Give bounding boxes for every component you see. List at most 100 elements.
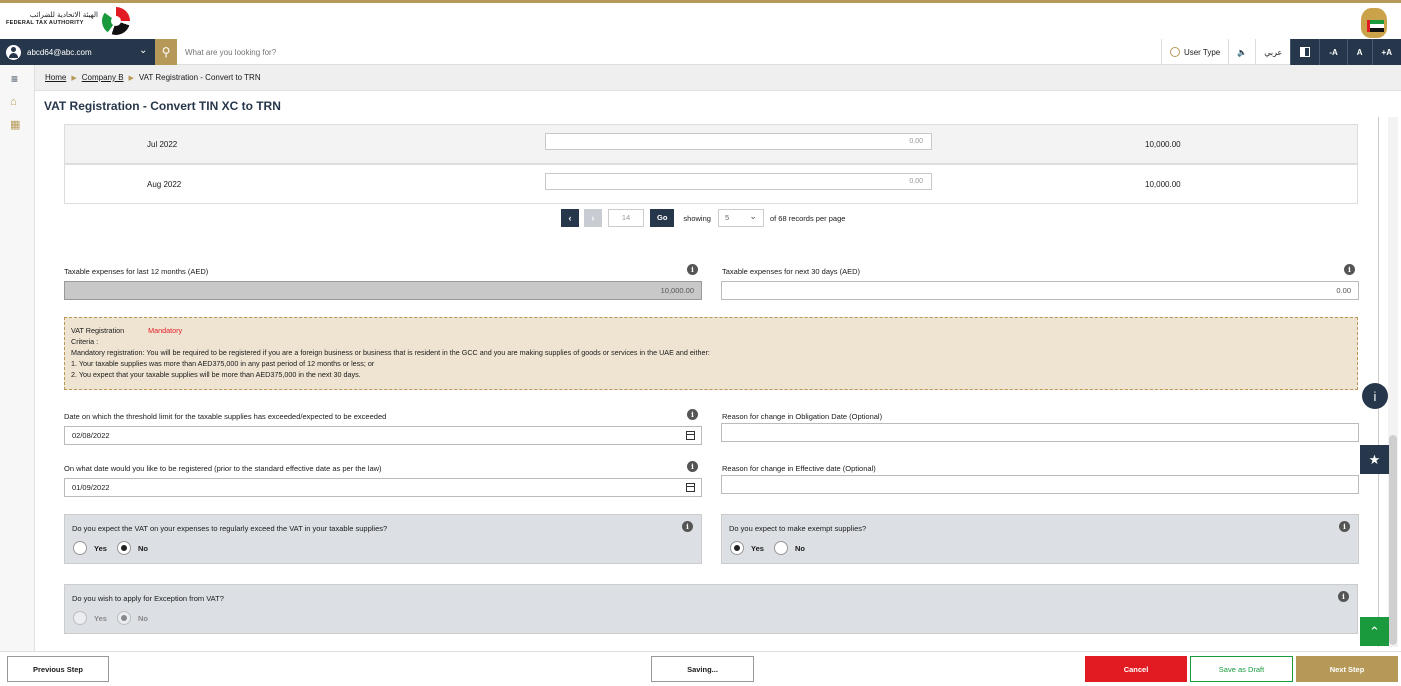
fta-logo-text[interactable]: الهيئة الاتحادية للضرائب FEDERAL TAX AUT… (6, 11, 98, 27)
info-icon[interactable]: i (1344, 264, 1355, 275)
yes-radio[interactable] (73, 611, 87, 625)
radio-group: Yes No (73, 611, 158, 625)
yes-radio[interactable] (73, 541, 87, 555)
saving-button[interactable]: Saving... (651, 656, 754, 682)
calendar-icon[interactable] (686, 483, 695, 492)
info-icon[interactable]: i (687, 461, 698, 472)
user-type-button[interactable]: User Type (1160, 39, 1228, 65)
nav-tools: User Type 🔈 عربي -A A +A (1160, 39, 1401, 65)
go-button[interactable]: Go (650, 209, 675, 227)
radio-group: Yes No (730, 541, 815, 555)
no-label: No (137, 613, 148, 623)
criteria-line: 2. You expect that your taxable supplies… (71, 370, 361, 379)
question-text: Do you expect to make exempt supplies? (729, 524, 867, 533)
info-icon[interactable]: i (687, 409, 698, 420)
vat-exceed-question: Do you expect the VAT on your expenses t… (64, 514, 702, 564)
logo-english-name: FEDERAL TAX AUTHORITY (6, 20, 84, 26)
no-label: No (137, 543, 148, 553)
expenses-12-months-label: Taxable expenses for last 12 months (AED… (64, 267, 209, 276)
logo-bar: الهيئة الاتحادية للضرائب FEDERAL TAX AUT… (0, 3, 1401, 39)
row-month: Aug 2022 (147, 180, 182, 189)
expenses-30-days-input[interactable]: 0.00 (721, 281, 1359, 300)
row-value: 10,000.00 (1145, 140, 1181, 149)
obligation-reason-label: Reason for change in Obligation Date (Op… (722, 412, 883, 421)
row-month: Jul 2022 (147, 140, 178, 149)
table-row: Aug 2022 0.00 10,000.00 (64, 164, 1358, 204)
search-icon[interactable]: ⚲ (155, 39, 177, 65)
language-toggle[interactable]: عربي (1255, 39, 1290, 65)
font-increase-button[interactable]: +A (1371, 39, 1401, 65)
next-page-icon[interactable]: › (584, 209, 602, 227)
exception-question: Do you wish to apply for Exception from … (64, 584, 1358, 634)
breadcrumb-separator-icon: ▶ (128, 74, 134, 82)
no-radio[interactable] (773, 541, 788, 555)
no-radio[interactable] (116, 611, 131, 625)
save-draft-button[interactable]: Save as Draft (1190, 656, 1293, 682)
calendar-icon[interactable] (686, 431, 695, 440)
criteria-line: Mandatory registration: You will be requ… (71, 348, 710, 357)
no-radio[interactable] (116, 541, 131, 555)
font-decrease-button[interactable]: -A (1319, 39, 1347, 65)
search-input[interactable] (185, 44, 685, 60)
obligation-reason-input[interactable] (721, 423, 1359, 442)
per-page-select[interactable]: 5 (717, 208, 764, 227)
threshold-date-field[interactable]: 02/08/2022 (64, 426, 702, 445)
cancel-button[interactable]: Cancel (1085, 656, 1187, 682)
vat-criteria-panel: VAT Registration Mandatory Criteria : Ma… (64, 317, 1358, 390)
page-title: VAT Registration - Convert TIN XC to TRN (44, 99, 281, 113)
sidebar: ⌂ ▦ (0, 65, 35, 651)
row-amount-input[interactable]: 0.00 (545, 133, 932, 150)
hamburger-menu-icon[interactable]: ≡ (11, 72, 18, 86)
effective-reason-label: Reason for change in Effective date (Opt… (722, 464, 876, 473)
info-icon[interactable]: i (1339, 521, 1350, 532)
info-float-icon[interactable]: i (1362, 383, 1388, 409)
records-per-page-label: of 68 records per page (769, 213, 846, 223)
question-text: Do you expect the VAT on your expenses t… (72, 524, 388, 533)
exempt-supplies-question: Do you expect to make exempt supplies? i… (721, 514, 1359, 564)
star-favorite-icon[interactable]: ★ (1360, 445, 1389, 474)
logo-arabic-name: الهيئة الاتحادية للضرائب (29, 11, 98, 19)
scroll-to-top-icon[interactable]: ⌃ (1360, 617, 1389, 646)
user-type-icon (1169, 47, 1180, 57)
uae-emblem-icon (1361, 8, 1387, 38)
breadcrumb-company[interactable]: Company B (82, 73, 124, 82)
info-icon[interactable]: i (682, 521, 693, 532)
registration-date-value: 01/09/2022 (72, 483, 110, 492)
info-icon[interactable]: i (1338, 591, 1349, 602)
footer-actions: Previous Step Saving... Cancel Save as D… (0, 651, 1401, 686)
apps-grid-icon[interactable]: ▦ (10, 118, 20, 131)
form-content: Jul 2022 0.00 10,000.00 Aug 2022 0.00 10… (36, 117, 1379, 647)
effective-reason-input[interactable] (721, 475, 1359, 494)
yes-radio[interactable] (730, 541, 744, 555)
breadcrumb-home[interactable]: Home (45, 73, 66, 82)
radio-group: Yes No (73, 541, 158, 555)
chevron-down-icon: ⌄ (139, 45, 148, 56)
scrollbar-thumb[interactable] (1389, 435, 1397, 645)
row-amount-input[interactable]: 0.00 (545, 173, 932, 190)
breadcrumb-current: VAT Registration - Convert to TRN (138, 73, 261, 82)
criteria-title: VAT Registration (71, 326, 125, 335)
audio-icon[interactable]: 🔈 (1228, 39, 1255, 65)
contrast-button[interactable] (1290, 39, 1320, 65)
user-avatar-icon (6, 44, 21, 60)
previous-step-button[interactable]: Previous Step (7, 656, 109, 682)
yes-label: Yes (94, 613, 107, 623)
breadcrumb-separator-icon: ▶ (71, 74, 77, 82)
status-badge: Mandatory (148, 326, 183, 335)
contrast-icon (1300, 47, 1311, 57)
table-row: Jul 2022 0.00 10,000.00 (64, 124, 1358, 164)
page-number-input[interactable]: 14 (608, 209, 644, 227)
expenses-12-months-field: 10,000.00 (64, 281, 702, 300)
info-icon[interactable]: i (687, 264, 698, 275)
fta-logo-icon[interactable] (102, 7, 130, 35)
previous-page-icon[interactable]: ‹ (561, 209, 579, 227)
next-step-button[interactable]: Next Step (1296, 656, 1398, 682)
pagination: ‹ › 14 Go showing 5 of 68 records per pa… (561, 208, 846, 227)
home-icon[interactable]: ⌂ (10, 96, 17, 108)
user-menu[interactable]: abcd64@abc.com ⌄ (0, 39, 155, 65)
font-normal-button[interactable]: A (1346, 39, 1372, 65)
criteria-line: 1. Your taxable supplies was more than A… (71, 359, 375, 368)
yes-label: Yes (751, 543, 764, 553)
question-text: Do you wish to apply for Exception from … (72, 594, 224, 603)
registration-date-field[interactable]: 01/09/2022 (64, 478, 702, 497)
